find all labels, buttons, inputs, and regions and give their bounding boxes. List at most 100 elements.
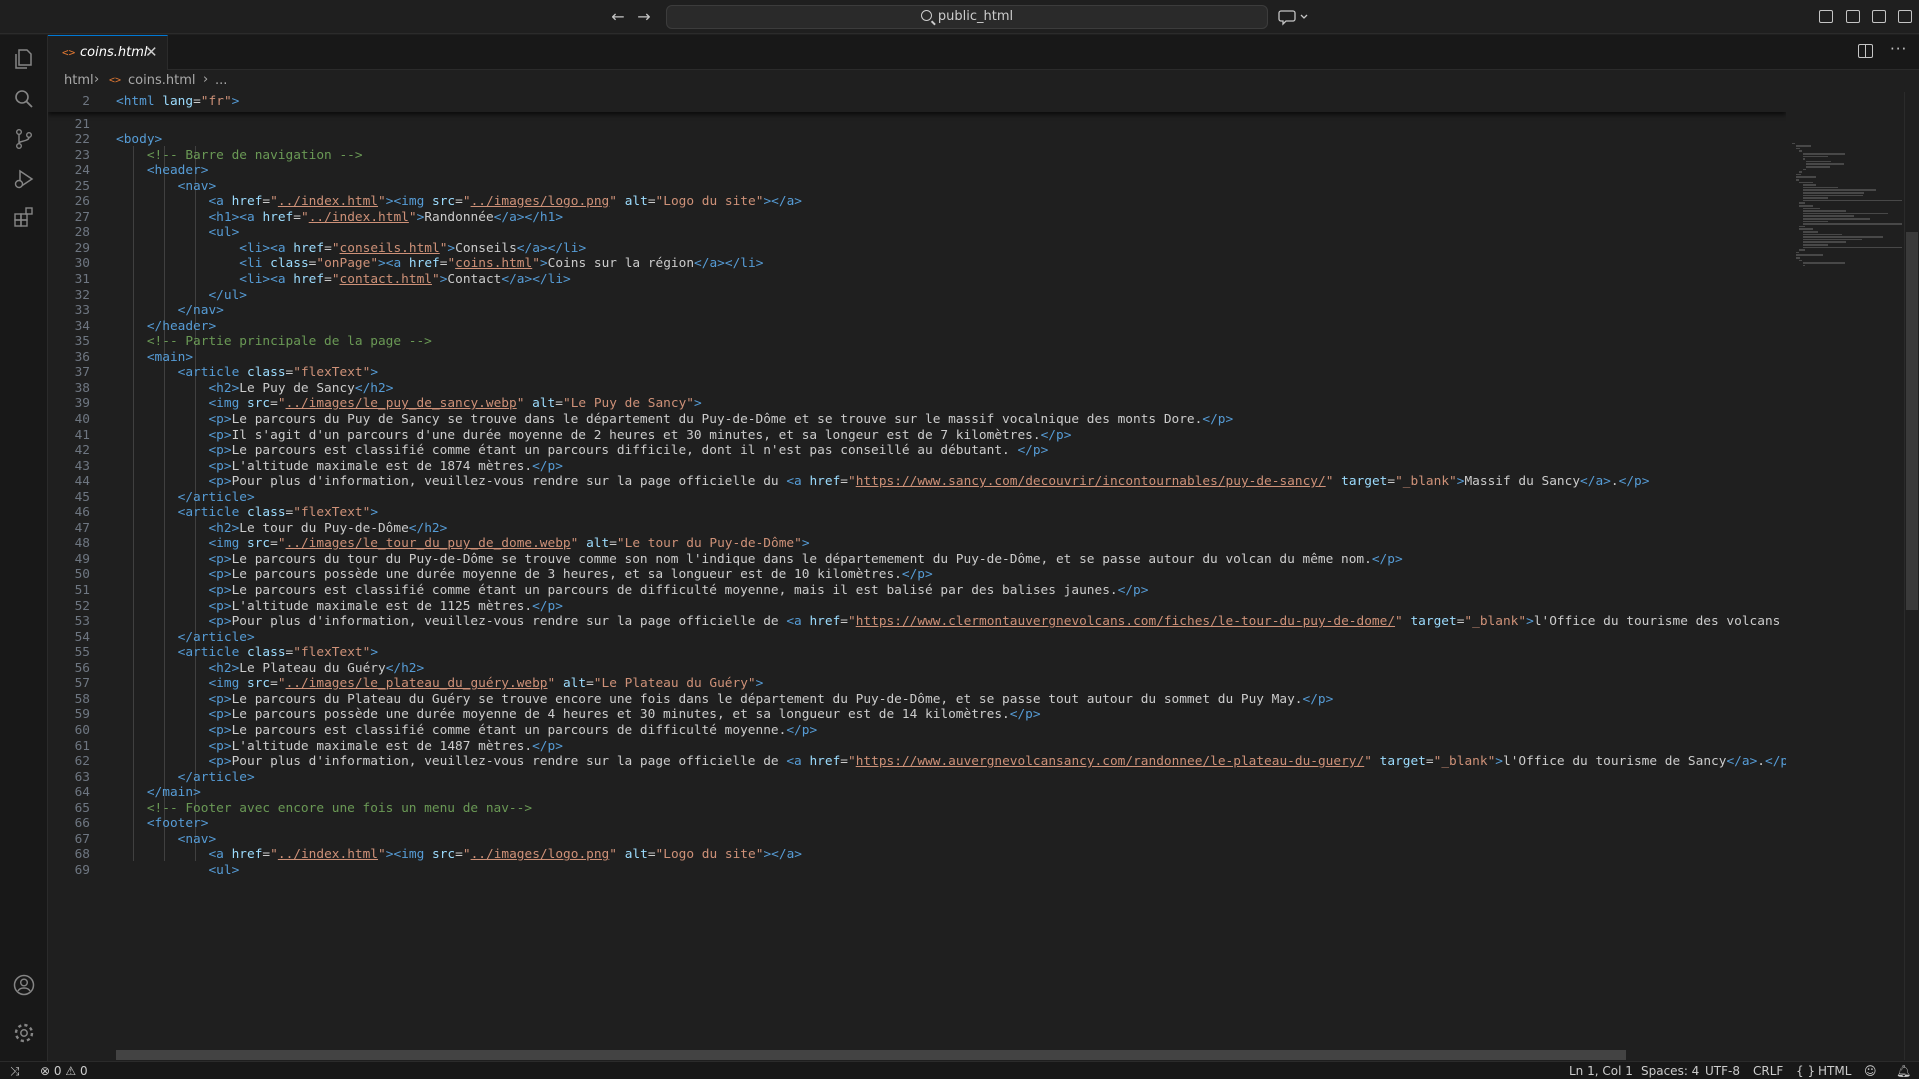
- minimap-line: [1802, 184, 1816, 186]
- toggle-panel-icon[interactable]: [1872, 10, 1886, 23]
- breadcrumb: html › <> coins.html › ...: [48, 70, 1919, 92]
- minimap-line: [1802, 264, 1805, 267]
- html-file-icon: <>: [62, 46, 76, 59]
- minimap-line: [1802, 215, 1855, 217]
- minimap-line: [1795, 257, 1800, 259]
- code-editor[interactable]: 2021222324252627282930313233343536373839…: [48, 92, 1786, 1060]
- minimap-line: [1792, 142, 1796, 145]
- extensions-icon[interactable]: [12, 205, 36, 229]
- code-line[interactable]: <p>Pour plus d'information, veuillez-vou…: [116, 752, 1786, 771]
- toggle-primary-sidebar-icon[interactable]: [1846, 10, 1860, 23]
- sticky-line-code: <html lang="fr">: [116, 94, 240, 109]
- error-icon: ⊗: [40, 1064, 51, 1078]
- settings-gear-icon[interactable]: [12, 1021, 36, 1045]
- back-arrow-icon[interactable]: ←: [607, 6, 629, 28]
- minimap-line: [1795, 254, 1824, 256]
- indentation[interactable]: Spaces: 4: [1641, 1063, 1699, 1079]
- sticky-scroll-header[interactable]: 2 <html lang="fr">: [48, 92, 1786, 112]
- minimap-line: [1795, 147, 1800, 150]
- breadcrumb-item-html[interactable]: html: [64, 73, 94, 88]
- minimap-line: [1802, 223, 1902, 225]
- more-actions-icon[interactable]: ···: [1890, 40, 1907, 58]
- minimap-line: [1802, 189, 1876, 191]
- minimap-line: [1802, 220, 1829, 223]
- minimap-line: [1802, 218, 1870, 220]
- line-number: 69: [74, 862, 90, 878]
- minimap-line: [1802, 168, 1806, 171]
- minimap-line: [1806, 163, 1844, 165]
- minimap-line: [1802, 207, 1820, 210]
- minimap-line: [1802, 241, 1847, 243]
- encoding[interactable]: UTF-8: [1705, 1063, 1740, 1079]
- split-editor-icon[interactable]: [1858, 44, 1873, 58]
- end-of-line[interactable]: CRLF: [1753, 1063, 1783, 1079]
- minimap-line: [1802, 158, 1805, 160]
- minimap-line: [1795, 179, 1799, 181]
- search-icon: [920, 10, 932, 21]
- notifications-bell-icon[interactable]: 🔔︎: [1896, 1063, 1911, 1079]
- language-mode[interactable]: HTML: [1818, 1063, 1851, 1079]
- minimap-line: [1799, 205, 1814, 207]
- minimap-line: [1802, 192, 1865, 194]
- minimap-line: [1802, 231, 1819, 233]
- breadcrumb-separator: ›: [94, 72, 100, 87]
- editor-tab-bar: <> coins.html ✕ ···: [48, 35, 1919, 70]
- vertical-scrollbar-thumb[interactable]: [1906, 232, 1918, 610]
- minimap-line: [1799, 181, 1814, 184]
- sticky-line-number: 2: [82, 94, 90, 109]
- language-braces-icon: { }: [1796, 1064, 1816, 1078]
- breadcrumb-item-coins-html[interactable]: coins.html: [128, 73, 195, 88]
- warning-icon: ⚠: [65, 1064, 77, 1078]
- command-center-search[interactable]: public_html: [666, 5, 1268, 29]
- minimap-line: [1802, 155, 1829, 158]
- minimap-line: [1799, 150, 1802, 152]
- search-text: public_html: [937, 9, 1014, 24]
- copilot-icon[interactable]: ☺: [1864, 1063, 1877, 1079]
- minimap-line: [1802, 199, 1902, 202]
- remote-indicator-icon[interactable]: ⤨: [10, 1063, 20, 1079]
- minimap-line: [1799, 225, 1805, 228]
- code-line[interactable]: <ul>: [116, 861, 239, 880]
- minimap-line: [1802, 186, 1838, 189]
- minimap-line: [1799, 202, 1805, 204]
- minimap-line: [1795, 145, 1811, 147]
- minimap-line: [1802, 246, 1902, 249]
- source-control-icon[interactable]: [12, 127, 36, 151]
- tab-label: coins.html: [80, 45, 148, 60]
- minimap-line: [1799, 171, 1803, 173]
- minimap-line: [1799, 228, 1814, 230]
- breadcrumb-item-more[interactable]: ...: [215, 73, 227, 88]
- search-icon[interactable]: [12, 87, 36, 111]
- code-line[interactable]: <p>Pour plus d'information, veuillez-vou…: [116, 472, 1649, 491]
- customize-layout-icon[interactable]: [1819, 10, 1833, 23]
- minimap-line: [1802, 236, 1884, 238]
- minimap-line: [1802, 153, 1846, 155]
- accounts-icon[interactable]: [12, 973, 36, 997]
- toggle-secondary-sidebar-icon[interactable]: [1898, 10, 1912, 23]
- run-debug-icon[interactable]: [12, 167, 36, 191]
- problems-indicator[interactable]: ⊗ 0 ⚠ 0: [40, 1063, 88, 1079]
- tab-coins-html[interactable]: <> coins.html ✕: [48, 35, 168, 70]
- line-number-gutter: 2021222324252627282930313233343536373839…: [48, 92, 116, 1060]
- minimap-line: [1799, 259, 1802, 262]
- code-area[interactable]: <body> <!-- Barre de navigation --> <hea…: [116, 92, 1786, 1060]
- minimap-line: [1795, 176, 1816, 178]
- copilot-chat-button[interactable]: [1278, 7, 1310, 27]
- minimap[interactable]: [1786, 92, 1904, 1060]
- forward-arrow-icon[interactable]: →: [633, 6, 655, 28]
- horizontal-scrollbar[interactable]: [116, 1050, 1626, 1060]
- minimap-line: [1806, 166, 1831, 168]
- minimap-line: [1802, 194, 1863, 197]
- minimap-line: [1802, 238, 1863, 241]
- chat-sparkle-icon: [1278, 10, 1308, 26]
- warning-count: 0: [79, 1064, 88, 1078]
- minimap-line: [1795, 251, 1800, 254]
- activity-bar: [0, 35, 48, 1061]
- minimap-line: [1802, 197, 1829, 199]
- breadcrumb-separator: ›: [203, 72, 209, 87]
- cursor-position[interactable]: Ln 1, Col 1: [1569, 1063, 1633, 1079]
- minimap-line: [1802, 244, 1829, 246]
- code-line[interactable]: <p>Pour plus d'information, veuillez-vou…: [116, 612, 1780, 631]
- close-icon[interactable]: ✕: [145, 43, 158, 61]
- explorer-icon[interactable]: [12, 47, 36, 71]
